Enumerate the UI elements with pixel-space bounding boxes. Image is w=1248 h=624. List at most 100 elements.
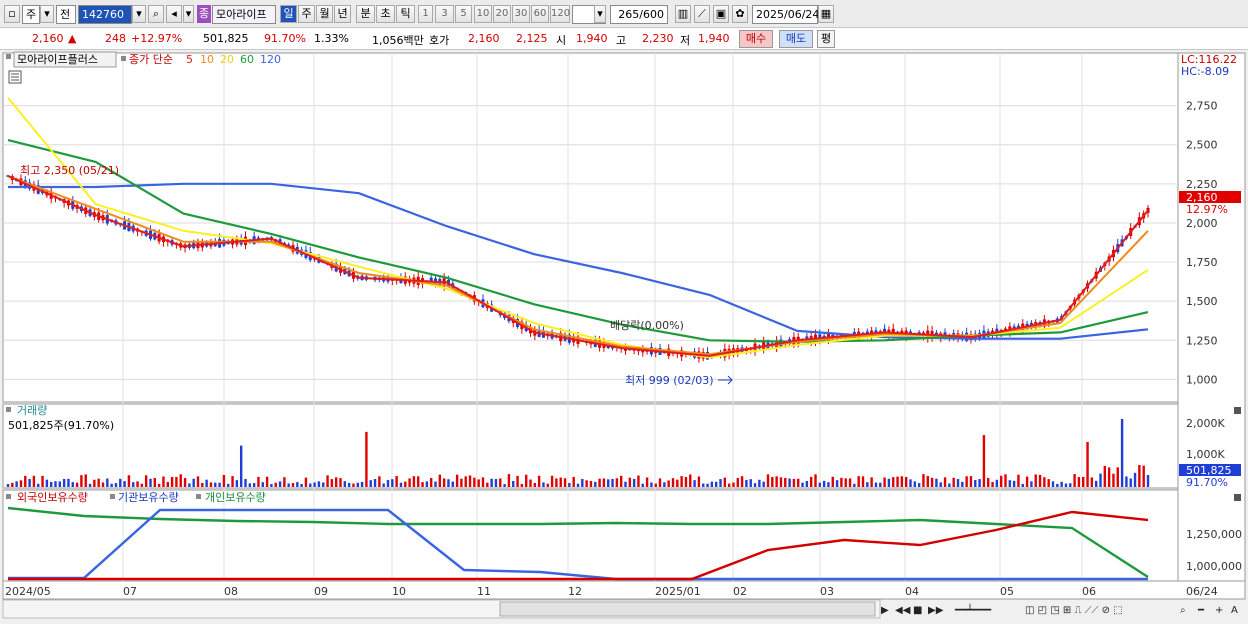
volume-bar	[956, 479, 960, 487]
volume-bar	[840, 477, 843, 487]
volume-bar	[127, 475, 131, 487]
market-select[interactable]: 주	[22, 5, 40, 24]
panel-close-icon[interactable]	[1234, 494, 1241, 501]
period-second-button[interactable]: 초	[376, 5, 395, 23]
scope-select[interactable]: 전	[56, 5, 76, 24]
high-price: 2,230	[642, 32, 674, 45]
volume-bar	[175, 477, 178, 487]
period-week-button[interactable]: 주	[298, 5, 315, 23]
x-tick-label: 10	[392, 585, 406, 598]
interval-5-button[interactable]: 5	[455, 5, 472, 23]
zoom-icon[interactable]: ⌕	[1180, 605, 1186, 616]
interval-20-button[interactable]: 20	[493, 5, 511, 23]
interval-1-button[interactable]: 1	[418, 5, 433, 23]
volume-bar	[740, 476, 744, 487]
sell-button[interactable]: 매도	[779, 30, 813, 48]
volume-bar	[309, 483, 312, 487]
price-tick-label: 2,250	[1186, 178, 1218, 191]
volume-bar	[978, 479, 981, 487]
volume-bar	[179, 474, 182, 487]
volume-bar	[788, 478, 791, 487]
turnover-rate: 1.33%	[314, 32, 349, 45]
rewind-icon[interactable]: ◀◀	[895, 605, 911, 616]
volume-bar	[801, 482, 804, 487]
trendline-icon[interactable]: ⟋	[694, 5, 710, 23]
chevron-down-icon[interactable]: ▾	[183, 5, 194, 23]
volume-bar	[611, 478, 614, 487]
volume-bar	[1047, 479, 1050, 487]
gear-icon[interactable]: ✿	[732, 5, 748, 23]
fast-forward-icon[interactable]: ▶▶	[928, 605, 944, 616]
open-label: 시	[556, 34, 567, 47]
volume-bar	[1038, 474, 1042, 487]
volume-bar	[283, 477, 286, 487]
volume-bar	[930, 477, 934, 487]
save-icon[interactable]: ▣	[713, 5, 729, 23]
volume-bar	[499, 478, 502, 487]
period-day-button[interactable]: 일	[280, 5, 297, 23]
search-icon[interactable]: ⌕	[148, 5, 164, 23]
volume-bar	[373, 479, 377, 487]
volume-bar	[624, 481, 627, 487]
volume-bar	[67, 478, 70, 487]
period-minute-button[interactable]: 분	[356, 5, 375, 23]
volume-bar	[132, 482, 135, 487]
volume-bar	[732, 482, 735, 487]
chevron-down-icon[interactable]: ▾	[132, 5, 146, 23]
stock-code-input[interactable]: 142760	[78, 5, 132, 24]
chevron-down-icon[interactable]: ▾	[594, 5, 606, 23]
volume-bar	[585, 480, 588, 487]
interval-3-button[interactable]: 3	[435, 5, 454, 23]
volume-bar	[1082, 476, 1085, 487]
stop-icon[interactable]: ■	[913, 605, 922, 616]
volume-bar	[948, 483, 951, 487]
ma-label: 종가 단순	[129, 53, 173, 66]
period-tick-button[interactable]: 틱	[396, 5, 415, 23]
date-input[interactable]: 2025/06/24	[752, 5, 819, 24]
volume-bar	[58, 481, 62, 487]
candle-type-icon[interactable]: ▥	[675, 5, 691, 23]
interval-60-button[interactable]: 60	[531, 5, 549, 23]
calendar-icon[interactable]: ▦	[818, 5, 834, 23]
volume-bar	[965, 476, 968, 487]
volume-bar	[1146, 474, 1150, 487]
volume-bar	[429, 478, 433, 487]
volume-bar	[399, 482, 403, 487]
volume-bar	[1112, 473, 1115, 487]
interval-120-button[interactable]: 120	[550, 5, 570, 23]
zoom-out-icon[interactable]: ━	[1197, 605, 1205, 616]
volume-bar	[481, 477, 485, 487]
volume-bar	[529, 479, 532, 487]
volume-bar	[1125, 476, 1128, 487]
volume-bar	[1103, 465, 1107, 487]
scrollbar-thumb[interactable]	[499, 601, 876, 617]
volume-bar	[637, 475, 640, 487]
layout-icon[interactable]: ◫ ◰ ◳ ⊞ ⎍ ⟋⟋ ⊘ ⬚	[1025, 605, 1123, 616]
font-size-icon[interactable]: A	[1231, 605, 1238, 616]
x-tick-label: 11	[477, 585, 491, 598]
interval-30-button[interactable]: 30	[512, 5, 530, 23]
speaker-icon[interactable]: ◂	[166, 5, 182, 23]
evaluate-button[interactable]: 평	[817, 30, 835, 48]
volume-bar	[464, 476, 467, 487]
interval-10-button[interactable]: 10	[474, 5, 492, 23]
buy-button[interactable]: 매수	[739, 30, 773, 48]
candle-count[interactable]: 265/600	[610, 5, 668, 24]
volume-bar	[658, 478, 662, 487]
volume-bar	[140, 483, 144, 487]
volume-bar	[533, 482, 537, 487]
zoom-slider[interactable]: ━━┷━━━	[954, 603, 992, 616]
zoom-in-icon[interactable]: +	[1215, 605, 1223, 616]
volume-bar	[1142, 465, 1145, 487]
period-year-button[interactable]: 년	[334, 5, 351, 23]
volume-bar	[231, 476, 234, 487]
price-change: 248	[105, 32, 126, 45]
volume-bar	[809, 476, 813, 487]
high-label: 고	[616, 34, 627, 47]
period-month-button[interactable]: 월	[316, 5, 333, 23]
scroll-right-icon[interactable]: ▶	[881, 605, 889, 616]
window-icon[interactable]: ▫	[4, 5, 20, 23]
chevron-down-icon[interactable]: ▾	[40, 5, 54, 23]
chart-area[interactable]: 2,750 2,500 2,250 2,000 1,750 1,500 1,250 1,000…	[0, 50, 1248, 621]
panel-close-icon[interactable]	[1234, 407, 1241, 414]
